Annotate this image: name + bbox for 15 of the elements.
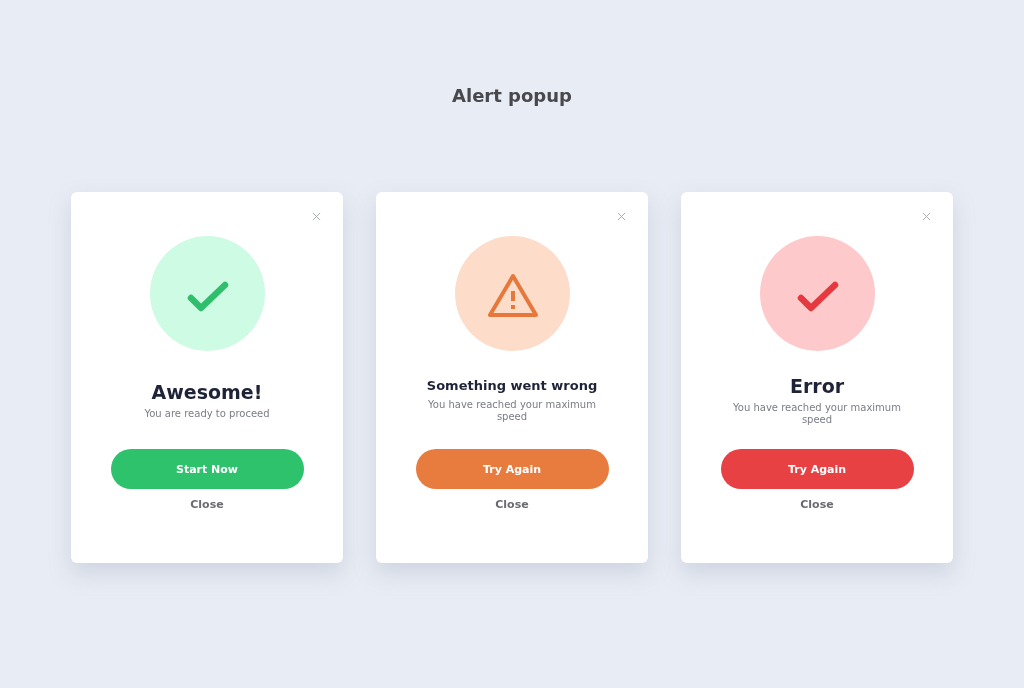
- alert-message: You have reached your maximum speed: [732, 402, 902, 426]
- close-link[interactable]: Close: [495, 498, 529, 512]
- close-link[interactable]: Close: [190, 498, 224, 512]
- alert-title: Error: [789, 374, 845, 398]
- primary-button[interactable]: Try Again: [415, 449, 609, 489]
- close-icon[interactable]: [922, 212, 931, 221]
- primary-button[interactable]: Try Again: [720, 449, 914, 489]
- alert-message: You are ready to proceed: [144, 408, 270, 420]
- alert-title: Something went wrong: [426, 377, 598, 395]
- alert-title: Awesome!: [151, 380, 263, 404]
- page-title: Alert popup: [452, 84, 572, 108]
- close-link[interactable]: Close: [800, 498, 834, 512]
- close-icon[interactable]: [617, 212, 626, 221]
- close-icon[interactable]: [312, 212, 321, 221]
- alert-message: You have reached your maximum speed: [427, 399, 597, 423]
